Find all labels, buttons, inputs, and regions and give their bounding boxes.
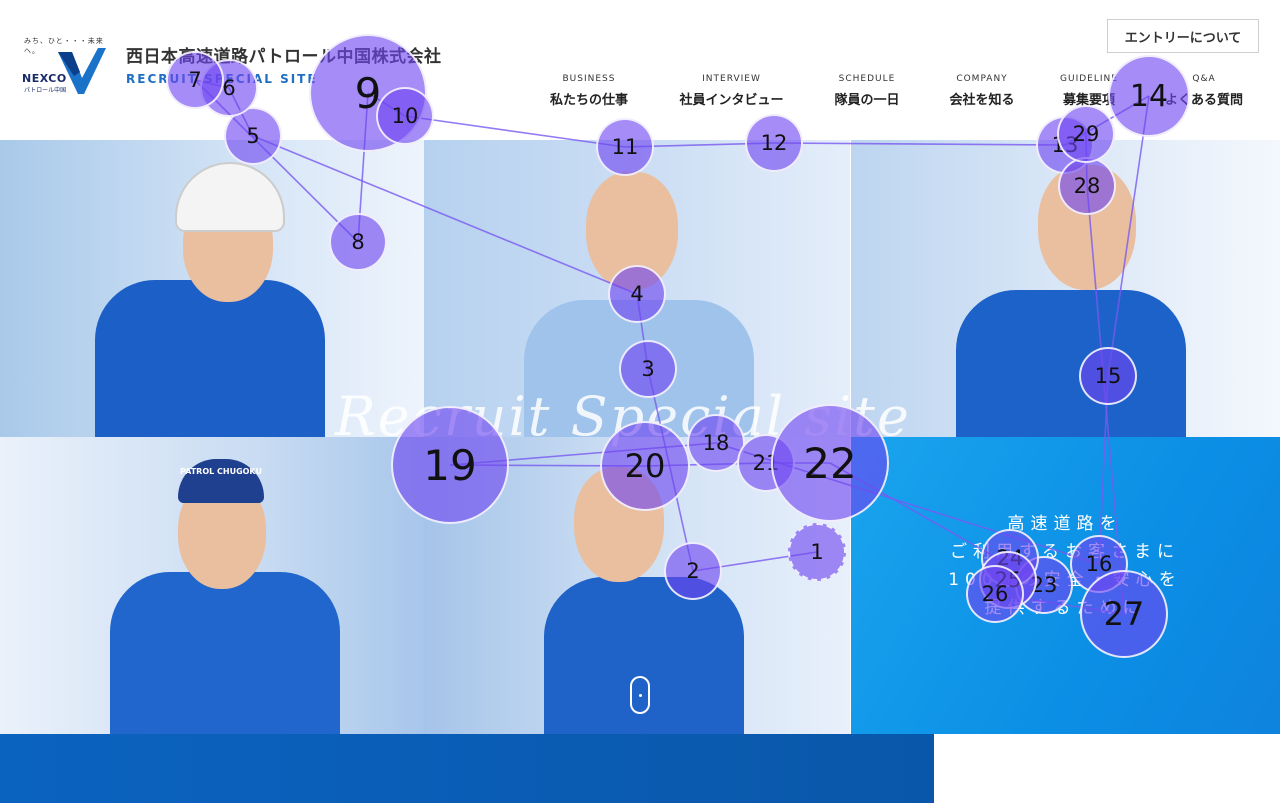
site-title: 西日本高速道路パトロール中国株式会社	[126, 47, 442, 67]
site-subtitle: RECRUIT SPECIAL SITE	[126, 72, 318, 86]
nav-interview[interactable]: INTERVIEW 社員インタビュー	[675, 74, 788, 114]
scroll-indicator-icon[interactable]	[630, 676, 650, 714]
uniform-shape	[956, 290, 1186, 437]
nexco-logo[interactable]: みち、ひと・・・未来へ。 NEXCO パトロール中国	[20, 36, 110, 96]
nav-interview-en: INTERVIEW	[702, 74, 761, 84]
catch-copy: 高速道路を ご利用するお客さまに 100%の安全・安心を 提供するために	[935, 510, 1195, 622]
entry-button[interactable]: エントリーについて	[1107, 19, 1259, 53]
face-shape	[1038, 165, 1136, 290]
catch-line-3: 100%の安全・安心を	[948, 570, 1182, 590]
logo-sub: パトロール中国	[24, 87, 67, 94]
patrol-cap: PATROL CHUGOKU	[178, 459, 264, 503]
face-shape	[574, 467, 664, 582]
nav-company-label: 会社を知る	[949, 93, 1015, 108]
nav-schedule[interactable]: SCHEDULE 隊員の一日	[831, 74, 903, 114]
nav-qa-en: Q&A	[1192, 74, 1216, 84]
nav-interview-label: 社員インタビュー	[679, 93, 784, 108]
nav-qa[interactable]: Q&A よくある質問	[1160, 74, 1248, 114]
nav-company[interactable]: COMPANY 会社を知る	[946, 74, 1018, 114]
catch-line-2: ご利用するお客さまに	[950, 542, 1180, 562]
nav-business-label: 私たちの仕事	[549, 93, 628, 108]
nav-qa-label: よくある質問	[1164, 93, 1243, 108]
catch-line-4: 提供するために	[984, 598, 1146, 618]
nav-business-en: BUSINESS	[562, 74, 616, 84]
site-header: みち、ひと・・・未来へ。 NEXCO パトロール中国 西日本高速道路パトロール中…	[0, 0, 1280, 140]
hero-photo-4: PATROL CHUGOKU	[0, 437, 426, 734]
uniform-shape	[95, 280, 325, 437]
nav-business[interactable]: BUSINESS 私たちの仕事	[547, 74, 631, 114]
cap-label: PATROL CHUGOKU	[180, 467, 262, 476]
script-headline: Recruit Special site	[335, 385, 911, 448]
bottom-blue-band	[0, 734, 934, 803]
uniform-shape	[110, 572, 340, 734]
nav-guideline[interactable]: GUIDELINE 募集要項	[1057, 74, 1121, 114]
logo-brand: NEXCO	[22, 72, 67, 85]
catch-line-1: 高速道路を	[1007, 514, 1123, 534]
nav-guideline-label: 募集要項	[1062, 93, 1115, 108]
hero-photo-3	[851, 140, 1280, 437]
nav-company-en: COMPANY	[956, 74, 1008, 84]
nav-schedule-en: SCHEDULE	[838, 74, 896, 84]
helmet-shape	[175, 162, 285, 232]
nav-guideline-en: GUIDELINE	[1060, 74, 1118, 84]
nav-schedule-label: 隊員の一日	[834, 93, 900, 108]
face-shape	[586, 172, 678, 290]
